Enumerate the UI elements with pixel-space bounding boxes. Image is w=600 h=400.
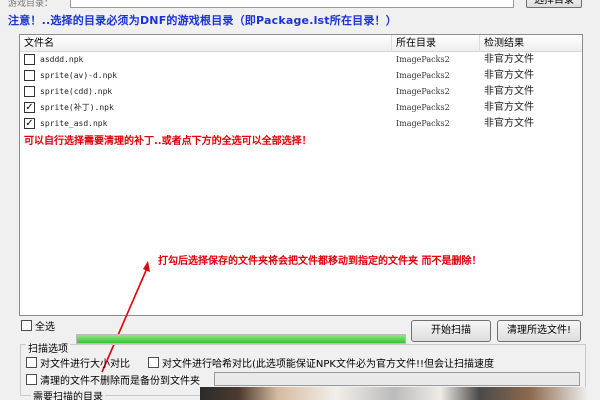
row-result: 非官方文件	[484, 118, 534, 129]
row-checkbox[interactable]: ✓	[24, 102, 35, 113]
select-all-label: 全选	[35, 322, 55, 333]
row-filename: sprite_asd.npk	[40, 119, 108, 128]
row-filename: sprite(补丁).npk	[40, 103, 114, 112]
clean-selected-button[interactable]: 清理所选文件!	[497, 320, 581, 342]
hash-compare-label: 对文件进行哈希对比(此选项能保证NPK文件必为官方文件!!但会让扫描速度	[162, 359, 494, 370]
backup-checkbox[interactable]	[26, 374, 37, 385]
backup-folder-input[interactable]	[214, 372, 580, 386]
row-directory: ImagePacks2	[396, 103, 450, 112]
hash-compare-checkbox[interactable]	[148, 357, 159, 368]
file-list[interactable]: 文件名 所在目录 检测结果 asddd.npk ImagePacks2 非官方文…	[19, 34, 583, 316]
size-compare-checkbox[interactable]	[26, 357, 37, 368]
select-all-checkbox[interactable]	[21, 320, 32, 331]
row-checkbox[interactable]	[24, 86, 35, 97]
screenshot-thumbnail	[200, 387, 588, 400]
table-row[interactable]: ✓ sprite(补丁).npk ImagePacks2 非官方文件	[20, 100, 582, 116]
row-checkbox[interactable]	[24, 54, 35, 65]
size-compare-label: 对文件进行大小对比	[40, 359, 130, 370]
move-hint-text: 打勾后选择保存的文件夹将会把文件都移动到指定的文件夹 而不是删除！	[158, 256, 482, 267]
select-dir-button[interactable]: 选择目录	[526, 0, 582, 8]
row-directory: ImagePacks2	[396, 55, 450, 64]
scan-progress-bar	[76, 334, 406, 344]
scan-options-title: 扫描选项	[26, 340, 70, 355]
scan-dir-title: 需要扫描的目录	[31, 388, 105, 400]
select-hint-text: 可以自行选择需要清理的补丁..或者点下方的全选可以全部选择！	[24, 136, 312, 147]
row-directory: ImagePacks2	[396, 87, 450, 96]
table-row[interactable]: asddd.npk ImagePacks2 非官方文件	[20, 52, 582, 68]
row-filename: asddd.npk	[40, 55, 84, 64]
start-scan-button[interactable]: 开始扫描	[411, 320, 491, 342]
game-dir-label: 游戏目录：	[8, 0, 54, 9]
row-result: 非官方文件	[484, 70, 534, 81]
notice-text: 注意！..选择的目录必须为DNF的游戏根目录（即Package.lst所在目录！…	[8, 14, 397, 27]
row-result: 非官方文件	[484, 102, 534, 113]
column-header-result[interactable]: 检测结果	[480, 35, 582, 52]
row-checkbox[interactable]: ✓	[24, 118, 35, 129]
table-row[interactable]: sprite(av)-d.npk ImagePacks2 非官方文件	[20, 68, 582, 84]
table-row[interactable]: sprite(cdd).npk ImagePacks2 非官方文件	[20, 84, 582, 100]
table-row[interactable]: ✓ sprite_asd.npk ImagePacks2 非官方文件	[20, 116, 582, 132]
row-result: 非官方文件	[484, 86, 534, 97]
row-directory: ImagePacks2	[396, 119, 450, 128]
column-header-filename[interactable]: 文件名	[20, 35, 392, 52]
progress-fill	[77, 335, 405, 343]
row-checkbox[interactable]	[24, 70, 35, 81]
row-directory: ImagePacks2	[396, 71, 450, 80]
game-dir-input[interactable]	[70, 0, 514, 8]
backup-label: 清理的文件不删除而是备份到文件夹	[40, 376, 200, 387]
row-filename: sprite(cdd).npk	[40, 87, 113, 96]
list-header: 文件名 所在目录 检测结果	[20, 35, 582, 52]
column-header-directory[interactable]: 所在目录	[392, 35, 480, 52]
row-filename: sprite(av)-d.npk	[40, 71, 118, 80]
row-result: 非官方文件	[484, 54, 534, 65]
